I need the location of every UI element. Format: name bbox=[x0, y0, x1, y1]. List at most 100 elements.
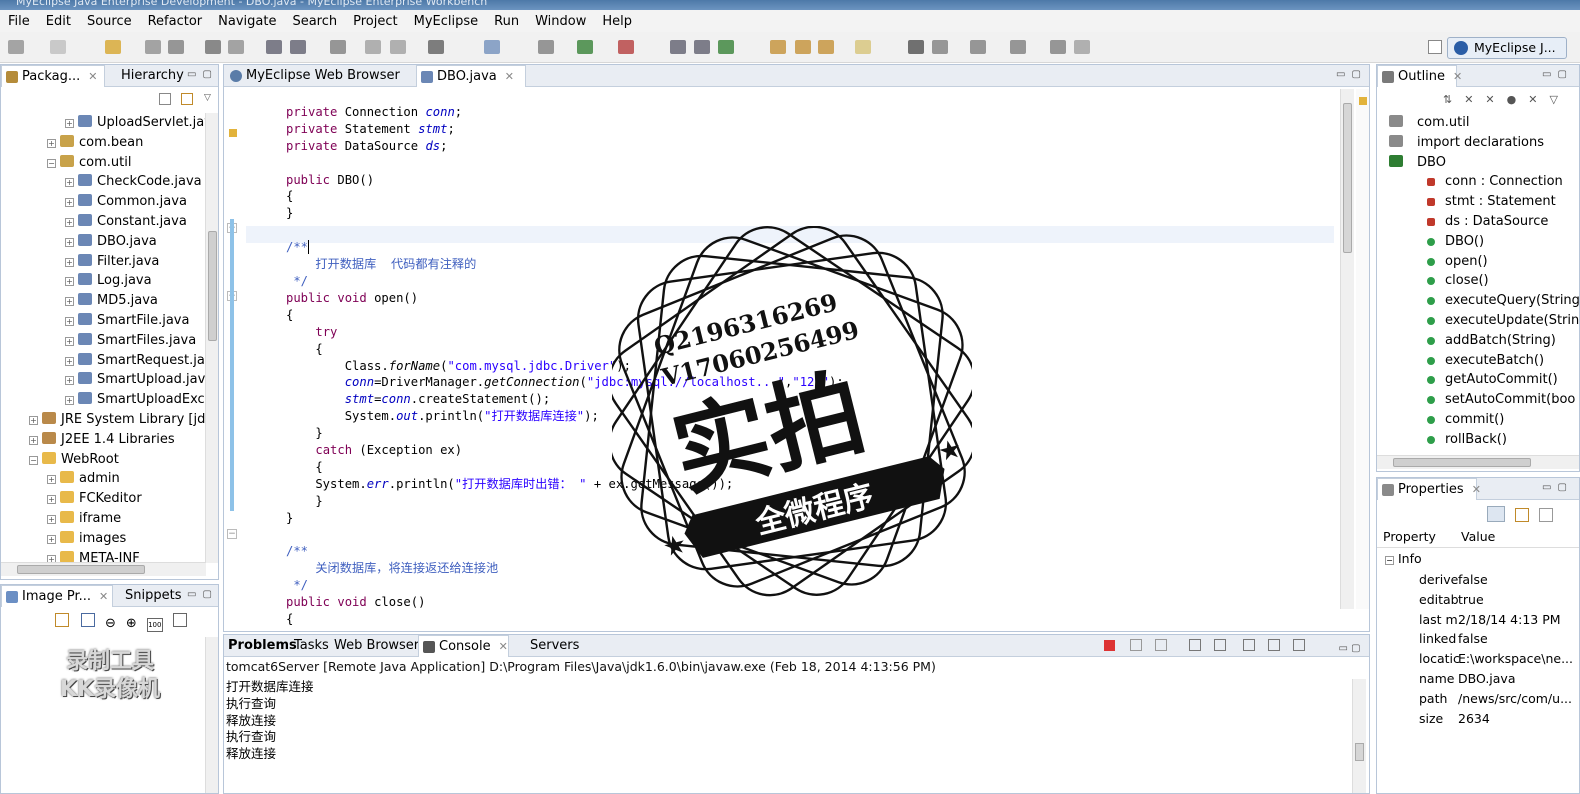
tree-item[interactable]: + DBO.java bbox=[1, 232, 206, 252]
outline-item[interactable]: executeBatch() bbox=[1383, 351, 1579, 371]
image-vscroll[interactable] bbox=[205, 637, 218, 793]
expand-icon[interactable]: + bbox=[47, 534, 56, 544]
expand-icon[interactable]: + bbox=[65, 237, 74, 247]
view-controls[interactable]: ▭▢ bbox=[187, 589, 218, 600]
expand-icon[interactable]: + bbox=[29, 435, 38, 445]
tree-item[interactable]: + iframe bbox=[1, 509, 206, 529]
scroll-lock-icon[interactable] bbox=[1213, 639, 1226, 651]
tree-item[interactable]: + SmartUploadExce bbox=[1, 390, 213, 410]
outline-hscroll[interactable] bbox=[1377, 455, 1579, 469]
expand-icon[interactable]: − bbox=[47, 158, 56, 168]
expand-icon[interactable]: + bbox=[65, 376, 74, 386]
toolbar-button-icon[interactable] bbox=[618, 40, 634, 54]
expand-icon[interactable]: + bbox=[47, 514, 56, 524]
expand-icon[interactable]: + bbox=[47, 138, 56, 148]
expand-icon[interactable]: + bbox=[65, 316, 74, 326]
toolbar-button-icon[interactable] bbox=[670, 40, 686, 54]
toolbar-button-icon[interactable] bbox=[718, 40, 734, 54]
tree-item[interactable]: − WebRoot bbox=[1, 450, 206, 470]
view-controls[interactable]: ▭▢ bbox=[1542, 69, 1573, 80]
outline-item[interactable]: commit() bbox=[1383, 410, 1579, 430]
pin-console-icon[interactable] bbox=[1242, 639, 1255, 651]
toolbar-button-icon[interactable] bbox=[330, 40, 346, 54]
toolbar-button-icon[interactable] bbox=[855, 40, 871, 54]
tree-item[interactable]: + Constant.java bbox=[1, 212, 206, 232]
toolbar-button-icon[interactable] bbox=[290, 40, 306, 54]
menu-item-project[interactable]: Project bbox=[345, 14, 405, 29]
remove-all-icon[interactable] bbox=[1155, 639, 1168, 651]
outline-item[interactable]: setAutoCommit(boo bbox=[1383, 390, 1579, 410]
image-fit-icon[interactable] bbox=[80, 613, 95, 627]
toolbar-button-icon[interactable] bbox=[1010, 40, 1026, 54]
refresh-icon[interactable] bbox=[55, 613, 69, 627]
menu-item-source[interactable]: Source bbox=[79, 14, 140, 29]
open-console-icon[interactable] bbox=[1293, 639, 1306, 651]
toolbar-button-icon[interactable] bbox=[484, 40, 500, 54]
explorer-hscroll[interactable] bbox=[1, 562, 206, 576]
menu-item-window[interactable]: Window bbox=[527, 14, 594, 29]
editor-controls[interactable]: ▭▢ bbox=[1336, 69, 1367, 80]
advanced-icon[interactable] bbox=[1514, 508, 1529, 522]
tab-web-browser[interactable]: Web Browser bbox=[330, 635, 419, 657]
toolbar-button-icon[interactable] bbox=[795, 40, 811, 54]
remove-launch-icon[interactable] bbox=[1130, 639, 1143, 651]
outline-item[interactable]: getAutoCommit() bbox=[1383, 370, 1579, 390]
tab-servers[interactable]: Servers bbox=[526, 635, 579, 657]
tab-package-explorer[interactable]: Packag... ✕ bbox=[1, 65, 105, 87]
outline-item[interactable]: com.util bbox=[1383, 113, 1579, 133]
expand-icon[interactable]: + bbox=[65, 217, 74, 227]
toolbar-button-icon[interactable] bbox=[168, 40, 184, 54]
expand-icon[interactable]: + bbox=[65, 119, 74, 128]
tree-item[interactable]: + Log.java bbox=[1, 271, 206, 291]
minimize-icon[interactable]: ▭ ▢ bbox=[1339, 643, 1361, 654]
toolbar-button-icon[interactable] bbox=[694, 40, 710, 54]
zoom-in-icon[interactable]: ⊕ bbox=[126, 616, 137, 631]
outline-item[interactable]: ds : DataSource bbox=[1383, 212, 1579, 232]
property-column[interactable]: Property bbox=[1383, 529, 1436, 544]
tab-image-preview[interactable]: Image Pr... ✕ bbox=[1, 585, 113, 607]
tab-dbo-java[interactable]: DBO.java ✕ bbox=[416, 65, 526, 87]
close-icon[interactable]: ✕ bbox=[505, 70, 514, 83]
outline-item[interactable]: rollBack() bbox=[1383, 430, 1579, 450]
perspective-button[interactable]: MyEclipse J... bbox=[1447, 37, 1567, 59]
terminate-icon[interactable] bbox=[1104, 640, 1115, 651]
outline-item[interactable]: close() bbox=[1383, 271, 1579, 291]
tab-console[interactable]: Console ✕ bbox=[418, 635, 509, 657]
toolbar-button-icon[interactable] bbox=[770, 40, 786, 54]
fit-window-icon[interactable] bbox=[172, 613, 187, 627]
tree-item[interactable]: + SmartFiles.java bbox=[1, 331, 206, 351]
tab-web-browser[interactable]: MyEclipse Web Browser bbox=[226, 65, 416, 87]
outline-item[interactable]: DBO() bbox=[1383, 232, 1579, 252]
open-perspective-button[interactable] bbox=[1428, 40, 1442, 54]
console-output[interactable]: 打开数据库连接 执行查询 释放连接 执行查询 释放连接 bbox=[226, 679, 314, 763]
editor-vscroll[interactable] bbox=[1340, 89, 1354, 609]
toolbar-button-icon[interactable] bbox=[8, 40, 24, 54]
warning-marker[interactable] bbox=[1359, 97, 1367, 105]
expand-icon[interactable]: + bbox=[65, 178, 74, 188]
tree-item[interactable]: + Filter.java bbox=[1, 252, 206, 272]
menu-item-search[interactable]: Search bbox=[284, 14, 345, 29]
toolbar-button-icon[interactable] bbox=[365, 40, 381, 54]
tree-item[interactable]: + SmartUpload.java bbox=[1, 370, 213, 390]
close-icon[interactable]: ✕ bbox=[499, 640, 508, 653]
toolbar-button-icon[interactable] bbox=[428, 40, 444, 54]
toolbar-button-icon[interactable] bbox=[145, 40, 161, 54]
close-icon[interactable]: ✕ bbox=[88, 70, 97, 83]
expand-icon[interactable]: + bbox=[47, 475, 56, 485]
display-console-icon[interactable] bbox=[1268, 639, 1281, 651]
toolbar-button-icon[interactable] bbox=[228, 40, 244, 54]
toolbar-button-icon[interactable] bbox=[818, 40, 834, 54]
expand-icon[interactable]: + bbox=[65, 356, 74, 366]
view-controls[interactable]: ▭▢ bbox=[1542, 482, 1573, 493]
tab-properties[interactable]: Properties ✕ bbox=[1377, 478, 1481, 500]
tree-item[interactable]: − com.util bbox=[1, 153, 206, 173]
toolbar-button-icon[interactable] bbox=[1050, 40, 1066, 54]
tree-item[interactable]: + CheckCode.java bbox=[1, 172, 206, 192]
toolbar-button-icon[interactable] bbox=[205, 40, 221, 54]
view-controls[interactable]: ▭▢ bbox=[187, 69, 218, 80]
value-column[interactable]: Value bbox=[1461, 529, 1495, 544]
tree-item[interactable]: + com.bean bbox=[1, 133, 206, 153]
toolbar-button-icon[interactable] bbox=[908, 40, 924, 54]
tab-hierarchy[interactable]: Hierarchy bbox=[101, 65, 184, 87]
tab-snippets[interactable]: Snippets bbox=[105, 585, 181, 607]
